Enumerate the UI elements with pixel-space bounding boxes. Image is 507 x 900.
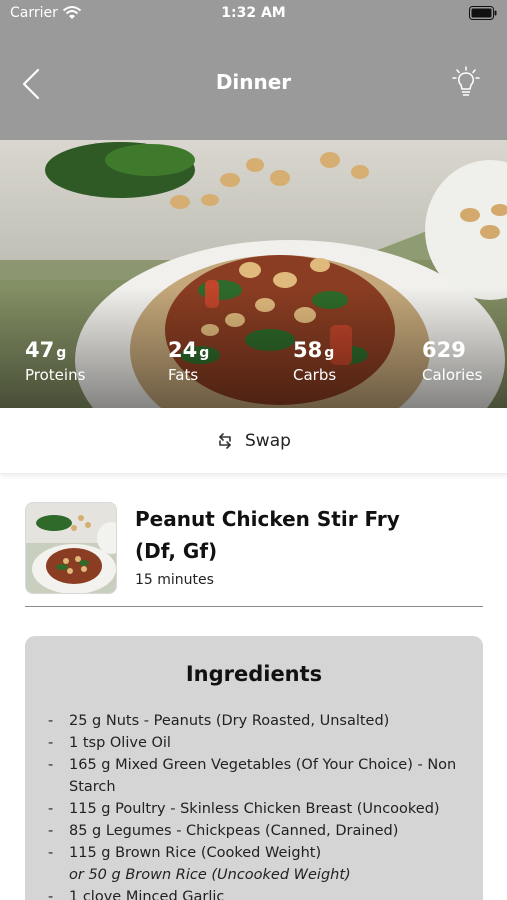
page-title: Dinner bbox=[215, 70, 292, 94]
ingredient-alternative: or 50 g Brown Rice (Uncooked Weight) bbox=[69, 867, 351, 883]
ingredients-title: Ingredients bbox=[185, 662, 323, 686]
swap-icon bbox=[219, 433, 231, 449]
ingredient-text: 115 g Brown Rice (Cooked Weight) bbox=[69, 845, 322, 861]
recipe-duration: 15 minutes bbox=[135, 572, 214, 588]
ingredient-item: -1 clove Minced Garlic bbox=[48, 886, 468, 900]
ingredient-item: -115 g Brown Rice (Cooked Weight) or 50 g… bbox=[48, 842, 468, 886]
macro-calories: 629 Calories bbox=[422, 338, 482, 384]
ingredient-text: 1 tsp Olive Oil bbox=[69, 735, 171, 751]
macro-label: Carbs bbox=[293, 366, 337, 384]
swap-label: Swap bbox=[245, 431, 291, 451]
ingredient-item: -165 g Mixed Green Vegetables (Of Your C… bbox=[48, 757, 457, 795]
macro-carbs: 58 g Carbs bbox=[293, 338, 336, 384]
macro-fats: 24 g Fats bbox=[168, 338, 209, 384]
ingredient-text: 25 g Nuts - Peanuts (Dry Roasted, Unsalt… bbox=[69, 713, 390, 729]
swap-bar: Swap bbox=[0, 408, 507, 474]
ingredient-text: 1 clove Minced Garlic bbox=[69, 889, 225, 900]
macro-value: 47 bbox=[25, 338, 55, 362]
lightbulb-icon bbox=[452, 66, 480, 96]
macro-value: 58 bbox=[293, 338, 323, 362]
macro-summary: 47 g Proteins 24 g Fats 58 g Carbs 629 Calo… bbox=[0, 338, 507, 398]
ingredients-card: Ingredients -25 g Nuts - Peanuts (Dry Ro… bbox=[25, 636, 483, 900]
macro-unit: g bbox=[324, 345, 335, 361]
meal-hero-image: 47 g Proteins 24 g Fats 58 g Carbs 629 Calo… bbox=[0, 140, 507, 408]
macro-value: 629 bbox=[422, 338, 466, 362]
status-bar: Carrier 1:32 AM bbox=[0, 0, 507, 28]
tip-button[interactable] bbox=[449, 64, 483, 100]
ingredient-text: 165 g Mixed Green Vegetables (Of Your Ch… bbox=[69, 757, 457, 795]
back-button[interactable] bbox=[18, 66, 46, 102]
macro-value: 24 bbox=[168, 338, 198, 362]
recipe-summary[interactable]: Peanut Chicken Stir Fry (Df, Gf) 15 minu… bbox=[25, 500, 483, 607]
ingredient-text: 115 g Poultry - Skinless Chicken Breast … bbox=[69, 801, 440, 817]
recipe-title: Peanut Chicken Stir Fry (Df, Gf) bbox=[135, 507, 400, 563]
header-bar: Carrier 1:32 AM Dinner bbox=[0, 0, 507, 140]
macro-label: Calories bbox=[422, 366, 483, 384]
macro-proteins: 47 g Proteins bbox=[25, 338, 85, 384]
ingredients-list: -25 g Nuts - Peanuts (Dry Roasted, Unsal… bbox=[48, 710, 468, 900]
macro-label: Proteins bbox=[25, 366, 86, 384]
macro-label: Fats bbox=[168, 366, 199, 384]
chevron-left-icon bbox=[22, 68, 40, 100]
battery-icon bbox=[469, 6, 497, 20]
ingredient-item: -25 g Nuts - Peanuts (Dry Roasted, Unsal… bbox=[48, 713, 390, 729]
macro-unit: g bbox=[199, 345, 210, 361]
ingredient-item: -85 g Legumes - Chickpeas (Canned, Drain… bbox=[48, 823, 399, 839]
swap-button[interactable]: Swap bbox=[214, 428, 291, 454]
recipe-photo bbox=[26, 503, 116, 593]
nav-bar: Dinner bbox=[0, 56, 507, 110]
ingredient-item: -115 g Poultry - Skinless Chicken Breast… bbox=[48, 801, 440, 817]
recipe-thumbnail[interactable] bbox=[25, 502, 117, 594]
ingredient-item: -1 tsp Olive Oil bbox=[48, 735, 171, 751]
ingredient-text: 85 g Legumes - Chickpeas (Canned, Draine… bbox=[69, 823, 399, 839]
clock: 1:32 AM bbox=[221, 5, 286, 21]
macro-unit: g bbox=[56, 345, 67, 361]
